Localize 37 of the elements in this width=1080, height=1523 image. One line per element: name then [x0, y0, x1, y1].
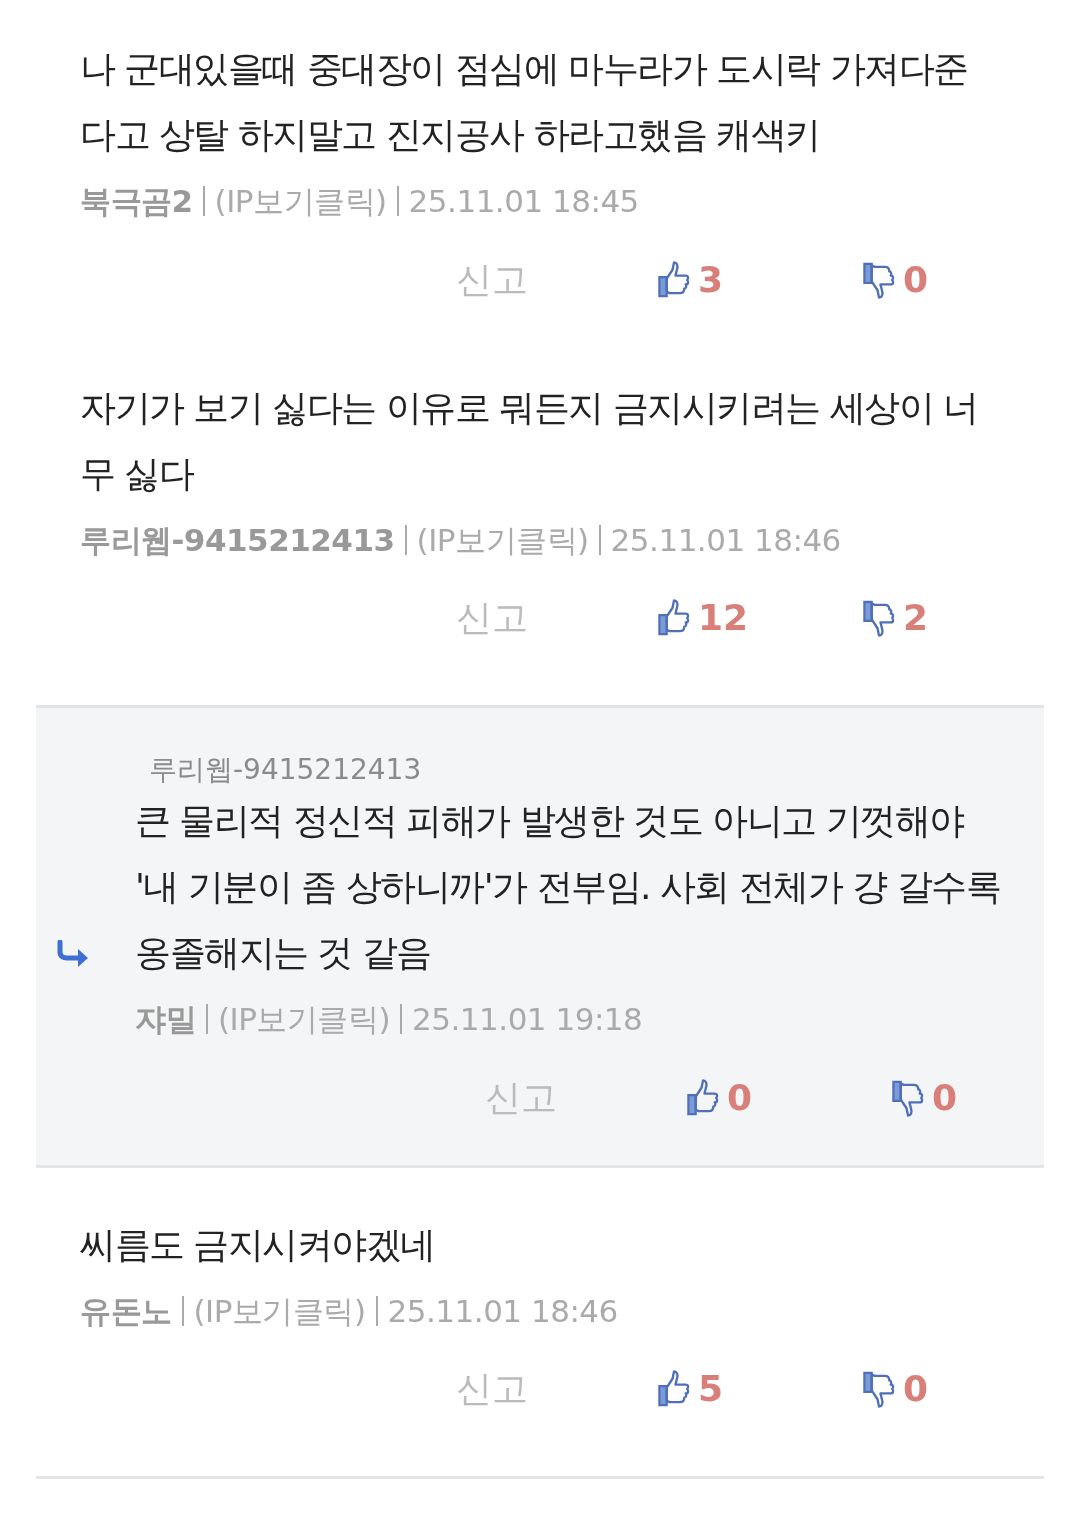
thumbs-down-icon	[890, 1078, 926, 1117]
dislike-button[interactable]: 2	[861, 591, 929, 645]
ip-link[interactable]: (IP보기클릭)	[214, 178, 387, 225]
reply-to-name: 루리웹-9415212413	[148, 752, 423, 788]
report-button[interactable]: 신고	[456, 1362, 656, 1416]
thumbs-down-icon	[861, 1370, 897, 1408]
comment-date: 25.11.01 18:46	[387, 1291, 618, 1331]
like-button[interactable]: 12	[656, 591, 861, 645]
thumbs-up-icon	[656, 260, 692, 299]
author-name[interactable]: 유돈노	[80, 1287, 172, 1334]
like-button[interactable]: 0	[685, 1070, 890, 1125]
comment-text: 큰 물리적 정신적 피해가 발생한 것도 아니고 기껏해야 '내 기분이 좀 상하니까'가 전부임. 사회 전체가 걍 갈수록 옹졸해지는 것 같음	[135, 799, 1002, 975]
report-button[interactable]: 신고	[456, 252, 656, 307]
like-button[interactable]: 5	[656, 1362, 861, 1416]
like-button[interactable]: 3	[656, 252, 861, 307]
comment-text: 자기가 보기 싫다는 이유로 뭐든지 금지시키려는 세상이 너무 싫다	[80, 385, 979, 496]
author-name[interactable]: 쟈밀	[135, 996, 196, 1043]
thumbs-up-icon	[656, 599, 692, 637]
ip-link[interactable]: (IP보기클릭)	[193, 1287, 366, 1334]
thumbs-down-icon	[861, 260, 897, 299]
thumbs-down-icon	[861, 599, 897, 637]
comment-text: 씨름도 금지시켜야겠네	[80, 1222, 436, 1267]
comment-date: 25.11.01 19:18	[412, 1000, 643, 1039]
report-button[interactable]: 신고	[485, 1070, 685, 1125]
dislike-button[interactable]: 0	[890, 1070, 958, 1125]
thumbs-up-icon	[656, 1370, 692, 1408]
report-button[interactable]: 신고	[456, 591, 656, 645]
dislike-button[interactable]: 0	[861, 252, 929, 307]
thumbs-up-icon	[685, 1078, 721, 1117]
ip-link[interactable]: (IP보기클릭)	[218, 996, 391, 1043]
author-name[interactable]: 루리웹-9415212413	[80, 516, 395, 563]
author-name[interactable]: 북극곰2	[80, 178, 193, 225]
comment-date: 25.11.01 18:46	[610, 520, 841, 560]
ip-link[interactable]: (IP보기클릭)	[416, 516, 589, 563]
comment-text: 나 군대있을때 중대장이 점심에 마누라가 도시락 가져다준다고 상탈 하지말고 진지공사 하라고했음 캐색키	[80, 47, 969, 157]
comment-date: 25.11.01 18:45	[408, 182, 639, 221]
dislike-button[interactable]: 0	[861, 1362, 929, 1416]
